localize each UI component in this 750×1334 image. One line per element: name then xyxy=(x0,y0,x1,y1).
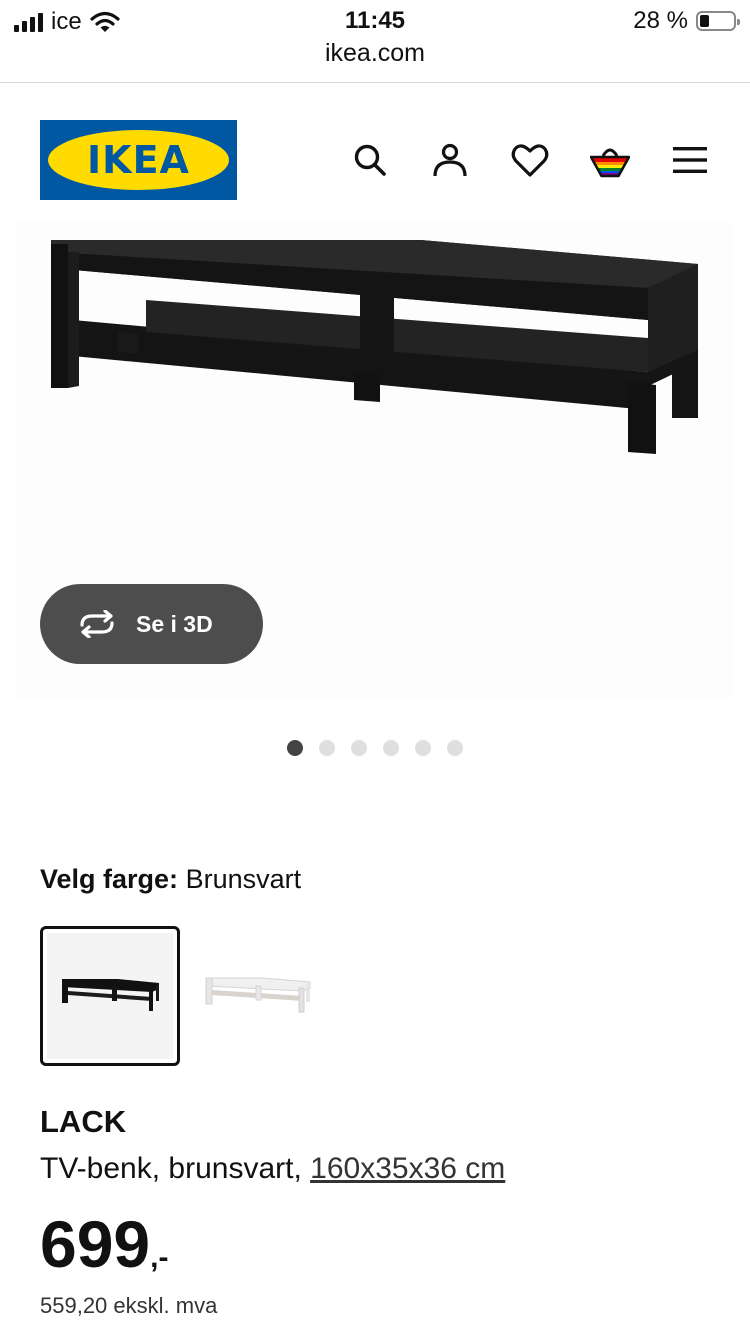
price-ex-vat: 559,20 ekskl. mva xyxy=(40,1293,218,1318)
product-name: LACK xyxy=(40,1104,127,1139)
color-swatch-hvit[interactable] xyxy=(192,926,332,1066)
price-value: 699 xyxy=(40,1207,151,1281)
view-3d-button[interactable]: Se i 3D xyxy=(40,584,263,664)
battery-icon xyxy=(696,11,740,31)
carousel-dot[interactable] xyxy=(415,740,431,756)
carousel-dot[interactable] xyxy=(447,740,463,756)
ikea-logo[interactable]: IKEA ® xyxy=(40,120,237,200)
heart-icon[interactable] xyxy=(510,140,550,180)
search-icon[interactable] xyxy=(350,140,390,180)
view-3d-label: Se i 3D xyxy=(136,610,213,637)
product-type: TV-benk, brunsvart, xyxy=(40,1152,302,1185)
rotate-icon xyxy=(80,610,114,638)
swatch-image-dark xyxy=(47,933,173,1059)
battery-percent: 28 % xyxy=(633,7,688,34)
product-price: 699,- xyxy=(40,1204,168,1298)
color-label-prefix: Velg farge: xyxy=(40,864,179,894)
carousel-dot[interactable] xyxy=(287,740,303,756)
basket-icon[interactable] xyxy=(590,140,630,180)
product-description: TV-benk, brunsvart, 160x35x36 cm xyxy=(40,1152,505,1186)
carousel-dot[interactable] xyxy=(383,740,399,756)
registered-mark: ® xyxy=(217,137,223,146)
logo-text: IKEA xyxy=(87,138,190,182)
browser-status-bar: ice 11:45 ikea.com 28 % xyxy=(0,0,750,83)
color-selector-label: Velg farge: Brunsvart xyxy=(40,864,301,895)
swatch-image-white xyxy=(205,977,311,1013)
carousel-dot[interactable] xyxy=(351,740,367,756)
selected-color: Brunsvart xyxy=(185,864,302,894)
battery-group: 28 % xyxy=(633,7,740,35)
color-swatch-brunsvart[interactable] xyxy=(40,926,180,1066)
carousel-indicator xyxy=(287,740,463,756)
battery-level xyxy=(700,15,709,27)
account-icon[interactable] xyxy=(430,140,470,180)
menu-icon[interactable] xyxy=(670,140,710,180)
carousel-dot[interactable] xyxy=(319,740,335,756)
price-suffix: ,- xyxy=(150,1241,169,1274)
site-header: IKEA ® xyxy=(0,82,750,222)
product-dimensions-link[interactable]: 160x35x36 cm xyxy=(310,1152,505,1185)
address-bar[interactable]: ikea.com xyxy=(0,39,750,68)
